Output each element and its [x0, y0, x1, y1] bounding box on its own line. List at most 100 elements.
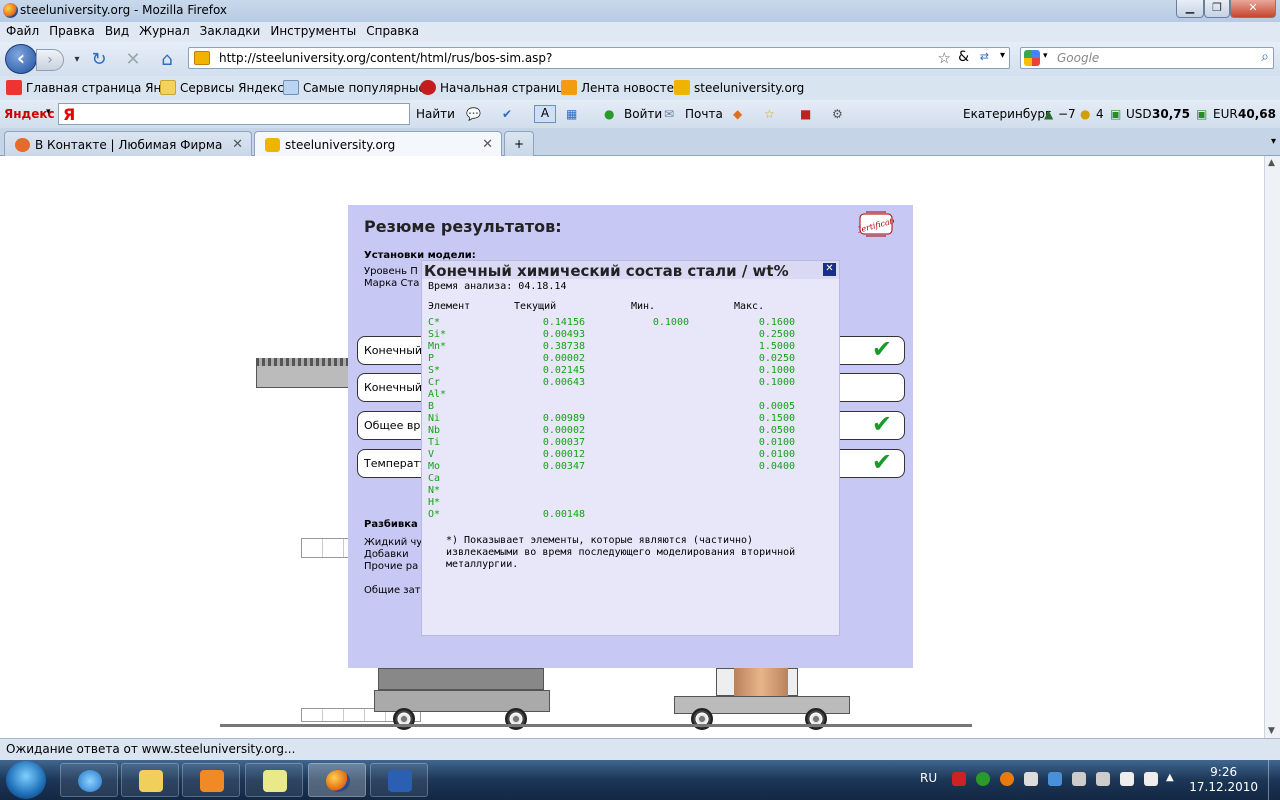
url-bar[interactable]: http://steeluniversity.org/content/html/…	[188, 47, 1010, 69]
adobe-icon[interactable]	[952, 772, 966, 786]
maximize-button[interactable]: ❐	[1204, 0, 1230, 18]
element-symbol: Mo	[428, 461, 441, 472]
tray-app-icon[interactable]	[976, 772, 990, 786]
vertical-scrollbar[interactable]: ▲ ▼	[1264, 156, 1280, 738]
volume-icon[interactable]	[1144, 772, 1158, 786]
show-hidden-icon[interactable]: ▲	[1166, 772, 1180, 786]
clock[interactable]: 9:26 17.12.2010	[1189, 765, 1258, 795]
taskbar-media[interactable]	[182, 763, 240, 797]
current-value: 0.38738	[542, 341, 585, 352]
pages-icon[interactable]: ▦	[566, 107, 577, 121]
search-icon[interactable]: ⌕	[1261, 49, 1269, 65]
google-icon[interactable]	[1024, 50, 1040, 66]
bookmark-book-icon[interactable]: ■	[800, 107, 811, 121]
minimize-button[interactable]: ▁	[1176, 0, 1204, 18]
temperature-label[interactable]: −7	[1058, 107, 1076, 121]
menu-history[interactable]: Журнал	[135, 22, 194, 40]
checkmark-icon: ✔	[871, 410, 892, 438]
tray-app-icon[interactable]	[1048, 772, 1062, 786]
element-symbol: Si*	[428, 329, 447, 340]
settings-gear-icon[interactable]: ⚙	[832, 107, 843, 121]
back-button[interactable]: ‹	[5, 44, 37, 74]
element-symbol: P	[428, 353, 435, 364]
menu-bookmarks[interactable]: Закладки	[196, 22, 265, 40]
scroll-down-icon[interactable]: ▼	[1268, 726, 1275, 736]
menu-edit[interactable]: Правка	[45, 22, 99, 40]
current-value: 0.00347	[542, 461, 585, 472]
page-content: Резюме результатов: Certificate Установк…	[0, 156, 1264, 738]
breakdown-item: Добавки	[364, 549, 409, 560]
close-tab-icon[interactable]: ✕	[482, 137, 493, 152]
stop-icon[interactable]: ✕	[122, 49, 144, 71]
menu-help[interactable]: Справка	[362, 22, 423, 40]
start-button[interactable]	[6, 761, 46, 799]
spellcheck-icon[interactable]: ✔	[502, 107, 512, 121]
header-min: Мин.	[631, 301, 656, 312]
home-icon[interactable]: ⌂	[156, 49, 178, 71]
comment-icon[interactable]: 💬	[466, 107, 481, 121]
tray-app-icon[interactable]	[1072, 772, 1086, 786]
traffic-level[interactable]: 4	[1096, 107, 1104, 121]
yandex-search-input[interactable]: Я	[58, 103, 410, 125]
bookmark-yandex-home[interactable]: Главная страница Ян...	[26, 81, 173, 95]
search-engine-dropdown-icon[interactable]: ▾	[1043, 51, 1048, 61]
new-tab-button[interactable]: +	[504, 131, 534, 156]
bookmark-yandex-services[interactable]: Сервисы Яндекса	[180, 81, 291, 95]
bookmark-start-page[interactable]: Начальная страница	[440, 81, 572, 95]
usd-rate[interactable]: 30,75	[1152, 107, 1190, 121]
menu-file[interactable]: Файл	[2, 22, 43, 40]
tab-steeluniversity[interactable]: steeluniversity.org ✕	[254, 131, 502, 157]
find-button[interactable]: Найти	[416, 107, 455, 121]
tray-app-icon[interactable]	[1096, 772, 1110, 786]
login-button[interactable]: Войти	[624, 107, 662, 121]
url-dropdown-icon[interactable]: ▾	[1000, 50, 1005, 61]
wifi-icon[interactable]	[1024, 772, 1038, 786]
menu-tools[interactable]: Инструменты	[266, 22, 360, 40]
tab-label: В Контакте | Любимая Фирма	[35, 138, 223, 152]
tab-list-dropdown-icon[interactable]: ▾	[1271, 136, 1276, 147]
steeluniversity-favicon	[674, 80, 690, 95]
yandex-menu-dropdown-icon[interactable]: ▾	[46, 107, 51, 117]
bookmark-news-feed[interactable]: Лента новостей	[581, 81, 682, 95]
element-symbol: Ca	[428, 473, 441, 484]
show-desktop-button[interactable]	[1268, 760, 1280, 800]
bookmark-most-popular[interactable]: Самые популярные	[303, 81, 426, 95]
network-icon[interactable]	[1120, 772, 1134, 786]
language-indicator[interactable]: RU	[920, 771, 937, 785]
certificate-icon[interactable]: Certificate	[858, 210, 894, 238]
clock-time: 9:26	[1210, 765, 1238, 779]
eur-rate[interactable]: 40,68	[1238, 107, 1276, 121]
taskbar-explorer[interactable]	[121, 763, 179, 797]
forward-button[interactable]: ›	[36, 49, 64, 71]
bookmark-steeluniversity[interactable]: steeluniversity.org	[694, 81, 804, 95]
mail-icon: ✉	[664, 107, 675, 121]
tray-app-icon[interactable]	[1000, 772, 1014, 786]
close-popup-button[interactable]: ✕	[823, 263, 836, 276]
scroll-up-icon[interactable]: ▲	[1268, 158, 1275, 168]
taskbar-ie[interactable]	[60, 763, 118, 797]
taskbar-firefox[interactable]	[308, 763, 366, 797]
steel-grade-label: Марка Ста	[364, 278, 420, 289]
tab-vkontakte[interactable]: В Контакте | Любимая Фирма ✕	[4, 131, 252, 156]
translate-tool-icon[interactable]: A	[534, 105, 556, 123]
close-window-button[interactable]: ✕	[1230, 0, 1276, 18]
reload-icon[interactable]: ↻	[88, 49, 110, 71]
history-dropdown-icon[interactable]: ▾	[66, 49, 88, 71]
menu-view[interactable]: Вид	[101, 22, 133, 40]
mail-button[interactable]: Почта	[685, 107, 723, 121]
checkmark-icon: ✔	[871, 335, 892, 363]
taskbar-word[interactable]	[370, 763, 428, 797]
taskbar-sticky[interactable]	[245, 763, 303, 797]
star-bookmark-icon[interactable]: ☆	[938, 49, 951, 67]
search-box[interactable]: ▾ Google ⌕	[1020, 47, 1274, 69]
city-label[interactable]: Екатеринбург	[963, 107, 1051, 121]
weather-icon: ▲	[1044, 107, 1054, 121]
money-icon[interactable]: ◆	[733, 107, 742, 121]
favorites-star-icon[interactable]: ☆	[764, 107, 775, 121]
ampersand-icon[interactable]: &	[958, 49, 969, 65]
current-value: 0.00989	[542, 413, 585, 424]
taskbar: RU ▲ 9:26 17.12.2010	[0, 760, 1280, 800]
close-tab-icon[interactable]: ✕	[232, 137, 243, 152]
checkmark-icon: ✔	[871, 448, 892, 476]
translate-icon[interactable]: ⇄	[980, 50, 989, 63]
